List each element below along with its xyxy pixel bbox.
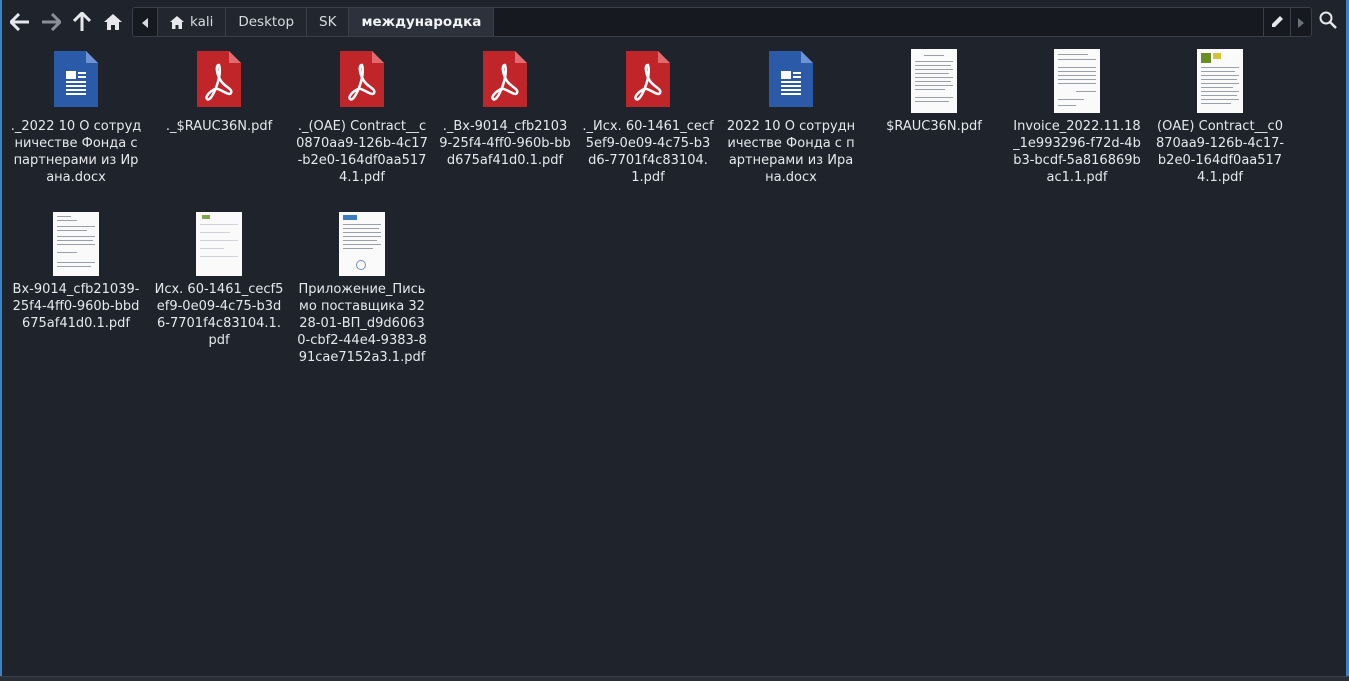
file-name: ._Вх-9014_cfb21039-25f4-4ff0-960b-bbd675… (439, 119, 571, 168)
home-icon (170, 15, 184, 29)
file-name: Invoice_2022.11.18_1e993296-f72d-4bb3-bc… (1013, 119, 1141, 185)
pdf-icon (483, 51, 527, 111)
file-item[interactable]: Invoice_2022.11.18_1e993296-f72d-4bb3-bc… (1009, 48, 1145, 186)
file-item[interactable]: Исх. 60-1461_cecf5ef9-0e09-4c75-b3d6-770… (151, 211, 287, 349)
chevron-left-icon (141, 13, 149, 32)
file-item[interactable]: ._2022 10 О сотрудничестве Фонда с партн… (8, 48, 144, 186)
file-name: $RAUC36N.pdf (886, 119, 982, 134)
pdf-thumbnail (911, 49, 957, 113)
breadcrumb-label: SK (319, 14, 337, 30)
up-button[interactable] (68, 8, 96, 36)
file-item[interactable]: Приложение_Письмо поставщика 3228-01-ВП_… (294, 211, 430, 366)
breadcrumb-label: Desktop (238, 14, 295, 30)
edit-path-button[interactable] (1263, 8, 1290, 36)
breadcrumb-label: международка (361, 14, 482, 30)
pencil-icon (1271, 13, 1284, 32)
file-name: (ОАЕ) Contract__c0870aa9-126b-4c17-b2e0-… (1155, 119, 1285, 185)
file-name: ._2022 10 О сотрудничестве Фонда с партн… (10, 119, 142, 185)
file-item[interactable]: 2022 10 О сотрудничестве Фонда с партнер… (723, 48, 859, 186)
search-icon (1319, 11, 1337, 33)
pdf-thumbnail (53, 212, 99, 276)
file-name: ._(ОАЕ) Contract__c0870aa9-126b-4c17-b2e… (296, 119, 428, 185)
file-item[interactable]: $RAUC36N.pdf (866, 48, 1002, 135)
home-icon (103, 13, 123, 31)
path-scroll-left-button[interactable] (133, 8, 158, 36)
file-item[interactable]: ._Вх-9014_cfb21039-25f4-4ff0-960b-bbd675… (437, 48, 573, 169)
file-name: Приложение_Письмо поставщика 3228-01-ВП_… (297, 282, 427, 365)
status-bar (0, 676, 1349, 681)
up-icon (73, 12, 91, 32)
home-button[interactable] (99, 8, 127, 36)
search-button[interactable] (1316, 10, 1340, 34)
path-empty-area[interactable] (494, 8, 1263, 36)
window-border-left (0, 0, 2, 681)
file-item[interactable]: ._(ОАЕ) Contract__c0870aa9-126b-4c17-b2e… (294, 48, 430, 186)
file-name: ._$RAUC36N.pdf (165, 119, 273, 134)
breadcrumb-sk[interactable]: SK (307, 8, 350, 36)
chevron-right-icon (1297, 13, 1305, 32)
file-name: 2022 10 О сотрудничестве Фонда с партнер… (726, 119, 856, 185)
back-icon (10, 13, 30, 31)
word-doc-icon (54, 51, 98, 111)
breadcrumb-desktop[interactable]: Desktop (226, 8, 308, 36)
forward-button[interactable] (37, 8, 65, 36)
toolbar: kali Desktop SK международка (2, 0, 1346, 42)
file-item[interactable]: (ОАЕ) Contract__c0870aa9-126b-4c17-b2e0-… (1152, 48, 1288, 186)
file-name: ._Исх. 60-1461_cecf5ef9-0e09-4c75-b3d6-7… (582, 119, 714, 185)
pdf-icon (626, 51, 670, 111)
breadcrumb-current[interactable]: международка (349, 8, 495, 36)
pdf-thumbnail (339, 212, 385, 276)
pdf-icon (340, 51, 384, 111)
breadcrumb-kali[interactable]: kali (158, 8, 227, 36)
forward-icon (41, 13, 61, 31)
file-item[interactable]: ._Исх. 60-1461_cecf5ef9-0e09-4c75-b3d6-7… (580, 48, 716, 186)
breadcrumb-label: kali (190, 14, 214, 30)
path-bar: kali Desktop SK международка (132, 7, 1312, 37)
pdf-thumbnail (196, 212, 242, 276)
file-name: Исх. 60-1461_cecf5ef9-0e09-4c75-b3d6-770… (154, 282, 284, 348)
path-scroll-right-button[interactable] (1290, 8, 1311, 36)
file-name: Вх-9014_cfb21039-25f4-4ff0-960b-bbd675af… (12, 282, 140, 331)
pdf-thumbnail (1197, 49, 1243, 113)
word-doc-icon (769, 51, 813, 111)
file-item[interactable]: Вх-9014_cfb21039-25f4-4ff0-960b-bbd675af… (8, 211, 144, 332)
file-item[interactable]: ._$RAUC36N.pdf (151, 48, 287, 135)
back-button[interactable] (6, 8, 34, 36)
pdf-icon (197, 51, 241, 111)
pdf-thumbnail (1054, 49, 1100, 113)
